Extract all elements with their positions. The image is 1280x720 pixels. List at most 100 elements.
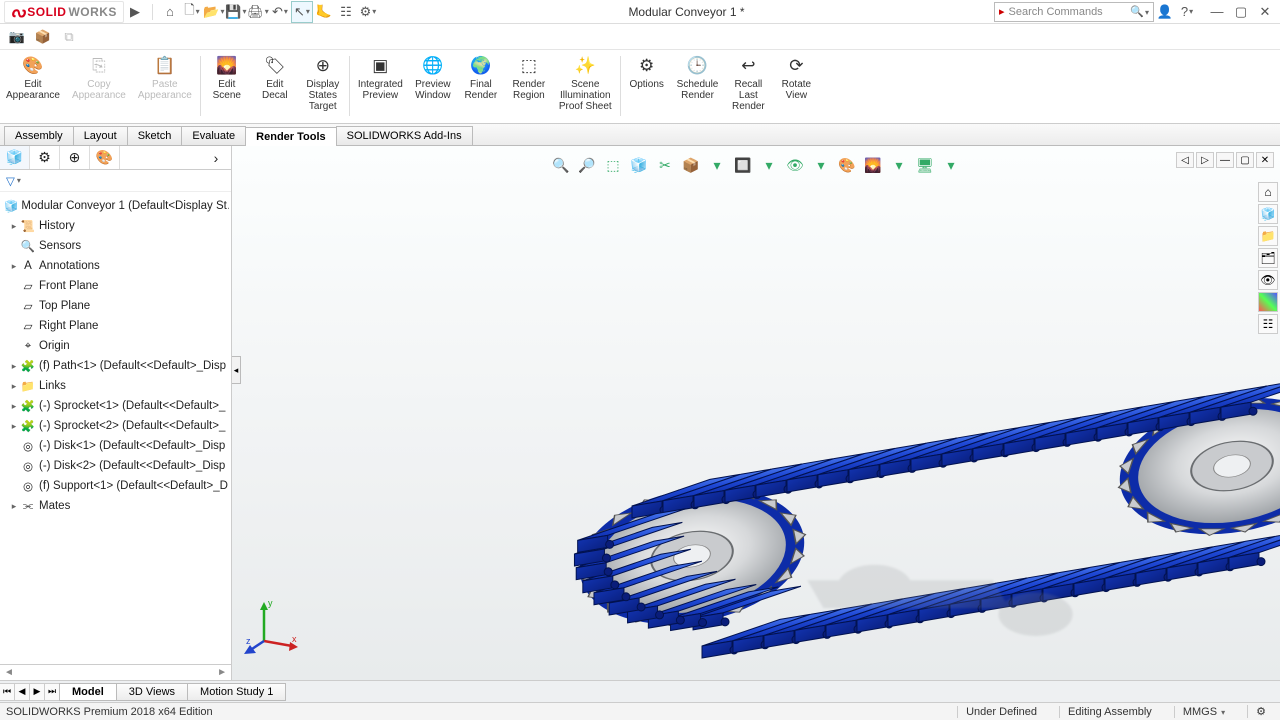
status-gear-icon[interactable]: ⚙ — [1247, 705, 1274, 718]
taskpane-home-icon[interactable]: ⌂ — [1258, 182, 1278, 202]
bottom-tab-3d-views[interactable]: 3D Views — [116, 683, 188, 701]
tree-filter[interactable]: ▽▾ — [0, 170, 231, 192]
search-commands-input[interactable]: ▸ Search Commands 🔍▾ — [994, 2, 1154, 22]
tab-evaluate[interactable]: Evaluate — [181, 126, 246, 145]
taskpane-resources-icon[interactable]: 🧊 — [1258, 204, 1278, 224]
ribbon-display-states-target[interactable]: ⊕DisplayStatesTarget — [299, 50, 347, 122]
bt-last-icon[interactable]: ⏭ — [44, 683, 60, 701]
headsup-btn-12[interactable]: 🌄 — [862, 154, 884, 176]
tab-assembly[interactable]: Assembly — [4, 126, 74, 145]
tree-tab-config[interactable]: ⊕ — [60, 146, 90, 169]
tree-item[interactable]: 🔍Sensors — [2, 236, 229, 256]
tree-scrollbar[interactable]: ◄► — [0, 664, 231, 680]
headsup-btn-3[interactable]: 🧊 — [628, 154, 650, 176]
vp-restore-icon[interactable]: ▢ — [1236, 152, 1254, 168]
select-icon[interactable]: ↖▾ — [291, 1, 313, 23]
bt-next-icon[interactable]: ▶ — [29, 683, 45, 701]
settings-gear-icon[interactable]: ⚙▾ — [357, 1, 379, 23]
tree-item[interactable]: ◎(f) Support<1> (Default<<Default>_D — [2, 476, 229, 496]
rebuild-icon[interactable]: 🦶 — [313, 1, 335, 23]
expand-icon[interactable]: ▸ — [8, 401, 20, 412]
headsup-btn-6[interactable]: ▾ — [706, 154, 728, 176]
tree-tab-feature[interactable]: 🧊 — [0, 146, 30, 169]
menu-flyout-icon[interactable]: ▶ — [124, 1, 146, 23]
ribbon-edit-decal[interactable]: 🏷EditDecal — [251, 50, 299, 122]
panel-collapse-grip[interactable]: ◂ — [232, 356, 241, 384]
headsup-btn-7[interactable]: 🔲 — [732, 154, 754, 176]
ribbon-options[interactable]: ⚙Options — [623, 50, 671, 122]
tree-tab-property[interactable]: ⚙ — [30, 146, 60, 169]
help-icon[interactable]: ?▾ — [1176, 1, 1198, 23]
headsup-btn-8[interactable]: ▾ — [758, 154, 780, 176]
vp-next-icon[interactable]: ▷ — [1196, 152, 1214, 168]
vp-prev-icon[interactable]: ◁ — [1176, 152, 1194, 168]
compare-icon[interactable]: ⧉ — [58, 26, 80, 48]
ribbon-final-render[interactable]: 🌍FinalRender — [457, 50, 505, 122]
ribbon-scene-illum[interactable]: ✨SceneIlluminationProof Sheet — [553, 50, 618, 122]
ribbon-schedule-render[interactable]: 🕒ScheduleRender — [671, 50, 725, 122]
search-icon[interactable]: 🔍▾ — [1130, 5, 1149, 18]
screenshot-icon[interactable]: 📷 — [6, 26, 28, 48]
tree-item[interactable]: ⌖Origin — [2, 336, 229, 356]
user-icon[interactable]: 👤 — [1154, 1, 1176, 23]
tab-layout[interactable]: Layout — [73, 126, 128, 145]
headsup-btn-14[interactable]: 🖥 — [914, 154, 936, 176]
headsup-btn-4[interactable]: ✂ — [654, 154, 676, 176]
headsup-btn-5[interactable]: 📦 — [680, 154, 702, 176]
tree-item[interactable]: ▸📁Links — [2, 376, 229, 396]
ribbon-integrated-preview[interactable]: ▣IntegratedPreview — [352, 50, 409, 122]
tree-item[interactable]: ▸AAnnotations — [2, 256, 229, 276]
headsup-btn-10[interactable]: ▾ — [810, 154, 832, 176]
open-icon[interactable]: 📂▾ — [203, 1, 225, 23]
expand-icon[interactable]: ▸ — [8, 421, 20, 432]
ribbon-edit-scene[interactable]: 🌄EditScene — [203, 50, 251, 122]
expand-icon[interactable]: ▸ — [8, 221, 20, 232]
headsup-btn-0[interactable]: 🔍 — [550, 154, 572, 176]
pack-and-go-icon[interactable]: 📦 — [32, 26, 54, 48]
headsup-btn-9[interactable]: 👁 — [784, 154, 806, 176]
ribbon-rotate-view[interactable]: ⟳RotateView — [772, 50, 820, 122]
options-list-icon[interactable]: ☷ — [335, 1, 357, 23]
vp-close-icon[interactable]: ✕ — [1256, 152, 1274, 168]
taskpane-library-icon[interactable]: 📁 — [1258, 226, 1278, 246]
tree-item[interactable]: ▸🧩(-) Sprocket<1> (Default<<Default>_ — [2, 396, 229, 416]
expand-icon[interactable]: ▸ — [8, 501, 20, 512]
restore-icon[interactable]: ▢ — [1230, 1, 1252, 23]
undo-icon[interactable]: ↶▾ — [269, 1, 291, 23]
minimize-icon[interactable]: — — [1206, 1, 1228, 23]
ribbon-render-region[interactable]: ⬚RenderRegion — [505, 50, 553, 122]
headsup-btn-1[interactable]: 🔎 — [576, 154, 598, 176]
bt-prev-icon[interactable]: ◀ — [14, 683, 30, 701]
save-icon[interactable]: 💾▾ — [225, 1, 247, 23]
ribbon-edit-appearance[interactable]: 🎨EditAppearance — [0, 50, 66, 122]
ribbon-preview-window[interactable]: 🌐PreviewWindow — [409, 50, 457, 122]
tree-item[interactable]: ▸⫘Mates — [2, 496, 229, 516]
expand-icon[interactable]: ▸ — [8, 381, 20, 392]
bottom-tab-motion-study-1[interactable]: Motion Study 1 — [187, 683, 286, 701]
tree-item[interactable]: ▱Top Plane — [2, 296, 229, 316]
view-triad[interactable]: y x z — [244, 596, 304, 656]
bottom-tab-model[interactable]: Model — [59, 683, 117, 701]
close-icon[interactable]: ✕ — [1254, 1, 1276, 23]
bt-first-icon[interactable]: ⏮ — [0, 683, 15, 701]
taskpane-explorer-icon[interactable]: 🗂 — [1258, 248, 1278, 268]
tree-collapse-icon[interactable]: › — [201, 146, 231, 169]
headsup-btn-11[interactable]: 🎨 — [836, 154, 858, 176]
ribbon-recall-last-render[interactable]: ↩RecallLastRender — [724, 50, 772, 122]
tree-item[interactable]: ◎(-) Disk<1> (Default<<Default>_Disp — [2, 436, 229, 456]
tree-item[interactable]: ▸🧩(-) Sprocket<2> (Default<<Default>_ — [2, 416, 229, 436]
tree-item[interactable]: ▸🧩(f) Path<1> (Default<<Default>_Disp — [2, 356, 229, 376]
tree-item[interactable]: ▸📜History — [2, 216, 229, 236]
status-units[interactable]: MMGS ▾ — [1174, 706, 1233, 718]
vp-minimize-icon[interactable]: — — [1216, 152, 1234, 168]
tab-sketch[interactable]: Sketch — [127, 126, 183, 145]
print-icon[interactable]: 🖨▾ — [247, 1, 269, 23]
expand-icon[interactable]: ▸ — [8, 361, 20, 372]
graphics-viewport[interactable]: 🔍🔎⬚🧊✂📦▾🔲▾👁▾🎨🌄▾🖥▾ ◁ ▷ — ▢ ✕ ⌂ 🧊 📁 🗂 👁 ☷ — [232, 146, 1280, 680]
tab-render-tools[interactable]: Render Tools — [245, 127, 336, 146]
tree-root[interactable]: 🧊 Modular Conveyor 1 (Default<Display St… — [2, 196, 229, 216]
tree-item[interactable]: ▱Right Plane — [2, 316, 229, 336]
new-doc-icon[interactable]: 🗋▾ — [181, 1, 203, 23]
tree-item[interactable]: ◎(-) Disk<2> (Default<<Default>_Disp — [2, 456, 229, 476]
home-icon[interactable]: ⌂ — [159, 1, 181, 23]
